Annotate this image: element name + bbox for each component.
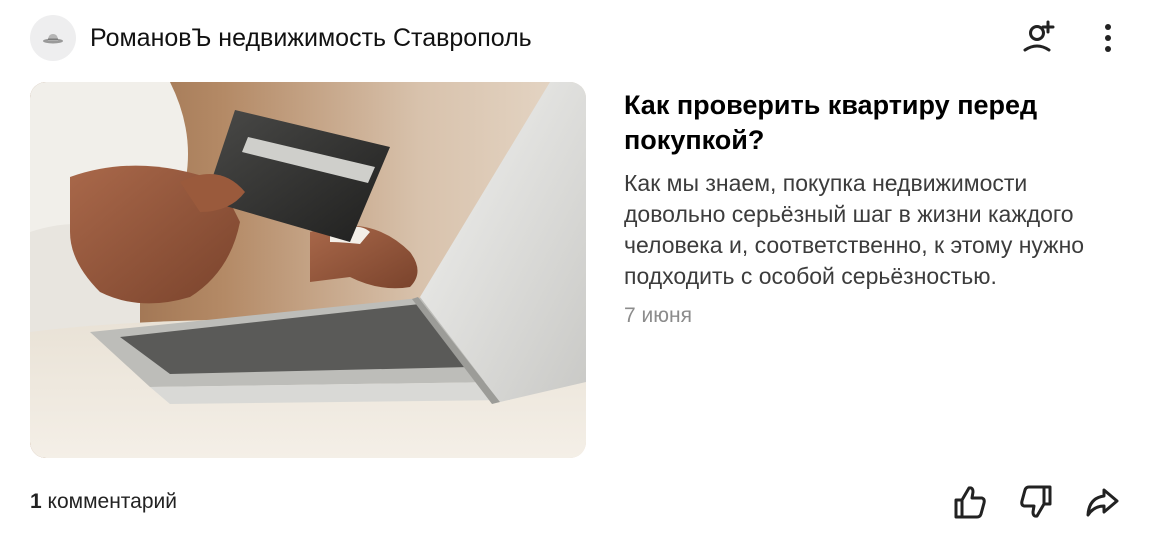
- hat-logo-icon: [43, 34, 63, 44]
- more-menu-button[interactable]: [1096, 16, 1120, 60]
- channel-name[interactable]: РомановЪ недвижимость Ставрополь: [90, 24, 532, 53]
- thumbs-down-icon: [1020, 485, 1052, 518]
- card-header: РомановЪ недвижимость Ставрополь: [30, 14, 1120, 62]
- reaction-actions: [924, 482, 1122, 522]
- article-content: Как проверить квартиру перед покупкой? К…: [624, 88, 1094, 328]
- article-date: 7 июня: [624, 304, 692, 327]
- comments-label: комментарий: [47, 490, 177, 513]
- share-arrow-icon: [1086, 488, 1119, 517]
- more-vertical-icon: [1105, 24, 1111, 52]
- share-button[interactable]: [1082, 482, 1122, 522]
- article-image[interactable]: [30, 82, 586, 458]
- article-snippet: Как мы знаем, покупка недвижимости довол…: [624, 170, 1085, 289]
- credit-card-laptop-photo: [30, 82, 586, 458]
- thumbs-up-icon: [954, 486, 986, 519]
- add-user-icon: [1023, 20, 1055, 52]
- dislike-button[interactable]: [1016, 482, 1056, 522]
- comments-link[interactable]: 1 комментарий: [30, 490, 177, 514]
- subscribe-button[interactable]: [1020, 16, 1060, 60]
- header-actions: [1020, 14, 1120, 62]
- comments-count: 1: [30, 490, 42, 513]
- article-title[interactable]: Как проверить квартиру перед покупкой?: [624, 88, 1094, 158]
- channel-avatar[interactable]: [30, 15, 76, 61]
- publication-card: РомановЪ недвижимость Ставрополь Как про…: [0, 0, 1150, 540]
- like-button[interactable]: [950, 482, 990, 522]
